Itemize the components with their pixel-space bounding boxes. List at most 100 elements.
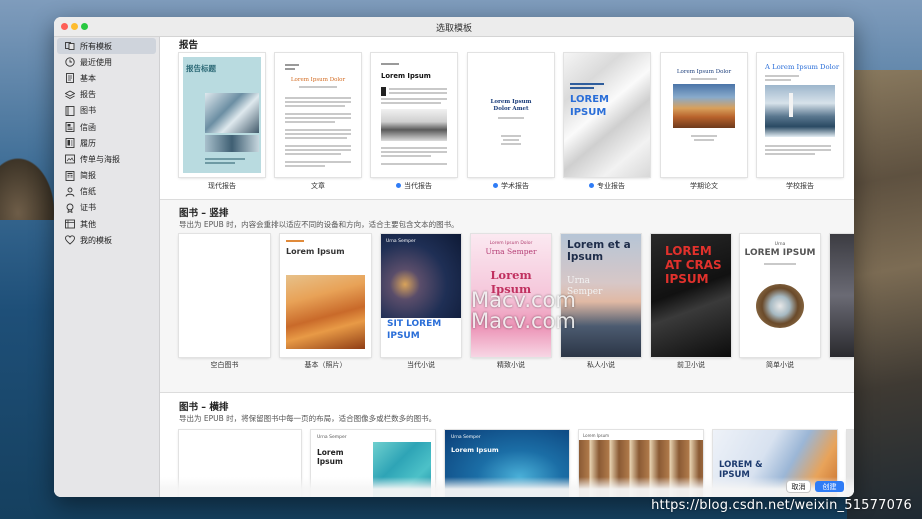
- template-label: 空白图书: [210, 361, 239, 369]
- section-description: 导出为 EPUB 时，内容会重排以适应不同的设备和方向，适合主要包含文本的图书。: [179, 220, 459, 229]
- sidebar-item-basic[interactable]: 基本: [57, 70, 156, 86]
- template-professional-report[interactable]: LOREM IPSUM: [564, 53, 650, 177]
- template-label: 学术报告: [468, 181, 554, 191]
- cover-title: Lorem Ipsum Dolor Amet: [490, 99, 532, 112]
- section-description: 导出为 EPUB 时，将保留图书中每一页的布局，适合图像多或栏数多的图书。: [179, 414, 437, 423]
- sidebar-item-letters[interactable]: 信函: [57, 119, 156, 135]
- sidebar-item-label: 最近使用: [80, 57, 112, 67]
- cancel-button[interactable]: 取消: [787, 481, 810, 492]
- section-title-books-portrait: 图书 – 竖排: [179, 208, 229, 219]
- cover-title: LOREM IPSUM: [744, 248, 816, 258]
- cover-title: LOREM IPSUM: [570, 94, 609, 118]
- sidebar-item-label: 信纸: [80, 187, 96, 197]
- all-templates-icon: [65, 41, 75, 51]
- section-divider: [160, 392, 854, 393]
- cover-title: Lorem Ipsum Dolor: [676, 69, 732, 75]
- template-chooser-window: 选取模板 所有模板 最近使用 基本 报告 图书 信函 履历 传单与海报 简报 信…: [54, 17, 854, 497]
- book-author: Urna Semper: [567, 276, 603, 297]
- heart-icon: [65, 235, 75, 245]
- book-author-name: Urna Semper: [485, 247, 537, 256]
- book-author: Urna Semper: [317, 435, 347, 440]
- sidebar-item-label: 信函: [80, 122, 96, 132]
- template-essay[interactable]: Lorem Ipsum Dolor: [275, 53, 361, 177]
- desktop-rock-left: [0, 150, 60, 220]
- new-indicator-dot: [396, 183, 401, 188]
- cover-title: 报告标题: [186, 64, 216, 73]
- sidebar-item-label: 图书: [80, 106, 96, 116]
- url-watermark: https://blog.csdn.net/weixin_51577076: [651, 498, 912, 513]
- overlay-watermark-2: Macv.com: [471, 309, 576, 333]
- sidebar-item-label: 其他: [80, 219, 96, 229]
- footer-fade: [160, 477, 854, 497]
- template-basic-photo-book[interactable]: Lorem Ipsum: [280, 234, 371, 357]
- template-simple-novel[interactable]: Urna LOREM IPSUM: [740, 234, 820, 357]
- template-label: 学校报告: [786, 182, 814, 190]
- person-icon: [65, 187, 75, 197]
- sidebar-item-label: 证书: [80, 203, 96, 213]
- section-title-reports: 报告: [179, 40, 199, 51]
- resume-icon: [65, 138, 75, 149]
- template-label: 当代小说: [407, 361, 435, 369]
- cover-title: Lorem Ipsum: [381, 72, 431, 80]
- template-academic-report[interactable]: Lorem Ipsum Dolor Amet: [468, 53, 554, 177]
- cover-title: A Lorem Ipsum Dolor: [765, 63, 840, 71]
- template-label: 前卫小说: [677, 361, 705, 369]
- cover-title: Lorem et a Ipsum: [567, 239, 631, 263]
- template-label: 简单小说: [766, 361, 794, 369]
- template-blank-book[interactable]: [179, 234, 270, 357]
- book-author: Lorem Ipsum Dolor: [489, 241, 533, 246]
- document-icon: [65, 73, 75, 84]
- template-label: 私人小说: [587, 361, 615, 369]
- new-indicator-dot: [589, 183, 594, 188]
- template-contemporary-novel[interactable]: Urna Semper SIT LOREM IPSUM: [381, 234, 461, 357]
- stack-icon: [65, 90, 75, 100]
- sidebar-item-my-templates[interactable]: 我的模板: [57, 232, 156, 248]
- sidebar-item-flyers-posters[interactable]: 传单与海报: [57, 151, 156, 167]
- sidebar-item-other[interactable]: 其他: [57, 216, 156, 232]
- template-label: 现代报告: [208, 182, 236, 190]
- template-gallery: 报告 报告标题 现代报告 Lorem Ipsum Dolor 文章 Lorem …: [160, 37, 854, 497]
- sidebar-item-stationery[interactable]: 信纸: [57, 184, 156, 200]
- cover-title: Lorem Ipsum: [451, 446, 499, 454]
- cover-title: Lorem Ipsum: [583, 433, 610, 438]
- template-label: 精致小说: [497, 361, 525, 369]
- cover-title: Lorem Ipsum: [286, 247, 345, 256]
- certificate-icon: [65, 203, 75, 213]
- template-term-paper[interactable]: Lorem Ipsum Dolor: [661, 53, 747, 177]
- sidebar-item-newsletters[interactable]: 简报: [57, 168, 156, 184]
- folder-icon: [65, 219, 75, 229]
- book-author: Urna Semper: [386, 239, 416, 244]
- desktop-cliff-right: [847, 70, 922, 519]
- sidebar-item-certificates[interactable]: 证书: [57, 200, 156, 216]
- book-author: Urna: [774, 242, 786, 247]
- sidebar-item-all-templates[interactable]: 所有模板: [57, 38, 156, 55]
- letter-icon: [65, 122, 75, 132]
- template-partial-book[interactable]: [830, 234, 854, 357]
- sidebar-item-reports[interactable]: 报告: [57, 87, 156, 103]
- clock-icon: [65, 57, 75, 67]
- sidebar: 所有模板 最近使用 基本 报告 图书 信函 履历 传单与海报 简报 信纸 证书 …: [54, 37, 160, 497]
- template-contemporary-report[interactable]: Lorem Ipsum: [371, 53, 457, 177]
- sidebar-item-label: 报告: [80, 90, 96, 100]
- cover-title: Lorem Ipsum: [317, 448, 344, 466]
- template-label: 专业报告: [564, 181, 650, 191]
- sidebar-item-recent[interactable]: 最近使用: [57, 54, 156, 70]
- sidebar-item-resume[interactable]: 履历: [57, 135, 156, 151]
- template-label: 学期论文: [690, 182, 718, 190]
- book-author: Urna Semper: [451, 435, 481, 440]
- poster-icon: [65, 154, 75, 164]
- sidebar-item-label: 传单与海报: [80, 154, 120, 164]
- new-indicator-dot: [493, 183, 498, 188]
- newsletter-icon: [65, 170, 75, 181]
- cover-title: SIT LOREM IPSUM: [387, 319, 442, 341]
- template-label: 基本（照片）: [304, 361, 347, 369]
- template-avant-garde-novel[interactable]: LOREM AT CRAS IPSUM: [651, 234, 731, 357]
- sidebar-item-label: 所有模板: [80, 41, 112, 51]
- title-bar: 选取模板: [54, 17, 854, 37]
- template-modern-report[interactable]: 报告标题: [179, 53, 265, 177]
- create-button[interactable]: 创建: [815, 481, 844, 492]
- sidebar-item-label: 基本: [80, 73, 96, 83]
- sidebar-item-books[interactable]: 图书: [57, 103, 156, 119]
- template-school-report[interactable]: A Lorem Ipsum Dolor: [757, 53, 843, 177]
- sidebar-item-label: 简报: [80, 171, 96, 181]
